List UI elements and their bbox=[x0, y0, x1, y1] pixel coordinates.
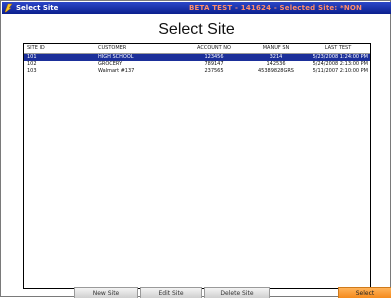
cell-manuf-sn: 142536 bbox=[266, 61, 286, 67]
cell-last-test: 5/11/2007 2:10:00 PM bbox=[312, 68, 368, 74]
table-header: SITE ID CUSTOMER ACCOUNT NO MANUF SN LAS… bbox=[24, 44, 370, 54]
button-bar: New Site Edit Site Delete Site Select bbox=[1, 287, 391, 298]
cell-last-test: 5/23/2008 1:24:00 PM bbox=[312, 54, 368, 60]
window-title: Select Site bbox=[16, 4, 59, 12]
table-row[interactable]: 102 GROCERY 789147 142536 5/24/2008 2:13… bbox=[24, 61, 370, 68]
column-header-customer[interactable]: CUSTOMER bbox=[98, 44, 126, 53]
cell-customer: HIGH SCHOOL bbox=[98, 54, 134, 60]
cell-customer: GROCERY bbox=[98, 61, 123, 67]
cell-site-id: 102 bbox=[27, 61, 37, 67]
title-bar: Select Site BETA TEST - 141624 - Selecte… bbox=[2, 2, 391, 14]
cell-last-test: 5/24/2008 2:13:00 PM bbox=[312, 61, 368, 67]
delete-site-button[interactable]: Delete Site bbox=[204, 287, 270, 298]
cell-manuf-sn: 45389828GRS bbox=[258, 68, 294, 74]
cell-site-id: 103 bbox=[27, 68, 37, 74]
cell-account-no: 237565 bbox=[204, 68, 224, 74]
status-text: BETA TEST - 141624 - Selected Site: *NON bbox=[189, 4, 363, 12]
table-row[interactable]: 101 HIGH SCHOOL 123456 3214 5/23/2008 1:… bbox=[24, 54, 370, 61]
column-header-last-test[interactable]: LAST TEST bbox=[308, 44, 368, 53]
column-header-account-no[interactable]: ACCOUNT NO bbox=[184, 44, 244, 53]
column-header-manuf-sn[interactable]: MANUF SN bbox=[248, 44, 304, 53]
site-list[interactable]: SITE ID CUSTOMER ACCOUNT NO MANUF SN LAS… bbox=[23, 43, 371, 289]
cell-account-no: 123456 bbox=[204, 54, 224, 60]
page-title: Select Site bbox=[158, 21, 235, 38]
edit-site-button[interactable]: Edit Site bbox=[140, 287, 202, 298]
app-logo-icon bbox=[4, 3, 13, 13]
table-row[interactable]: 103 Walmart #137 237565 45389828GRS 5/11… bbox=[24, 68, 370, 75]
select-button[interactable]: Select bbox=[338, 287, 391, 298]
cell-site-id: 101 bbox=[27, 54, 37, 60]
new-site-button[interactable]: New Site bbox=[74, 287, 138, 298]
cell-account-no: 789147 bbox=[204, 61, 224, 67]
cell-manuf-sn: 3214 bbox=[269, 54, 283, 60]
column-header-site-id[interactable]: SITE ID bbox=[27, 44, 45, 53]
app-window: Select Site BETA TEST - 141624 - Selecte… bbox=[0, 0, 391, 298]
cell-customer: Walmart #137 bbox=[98, 68, 135, 74]
